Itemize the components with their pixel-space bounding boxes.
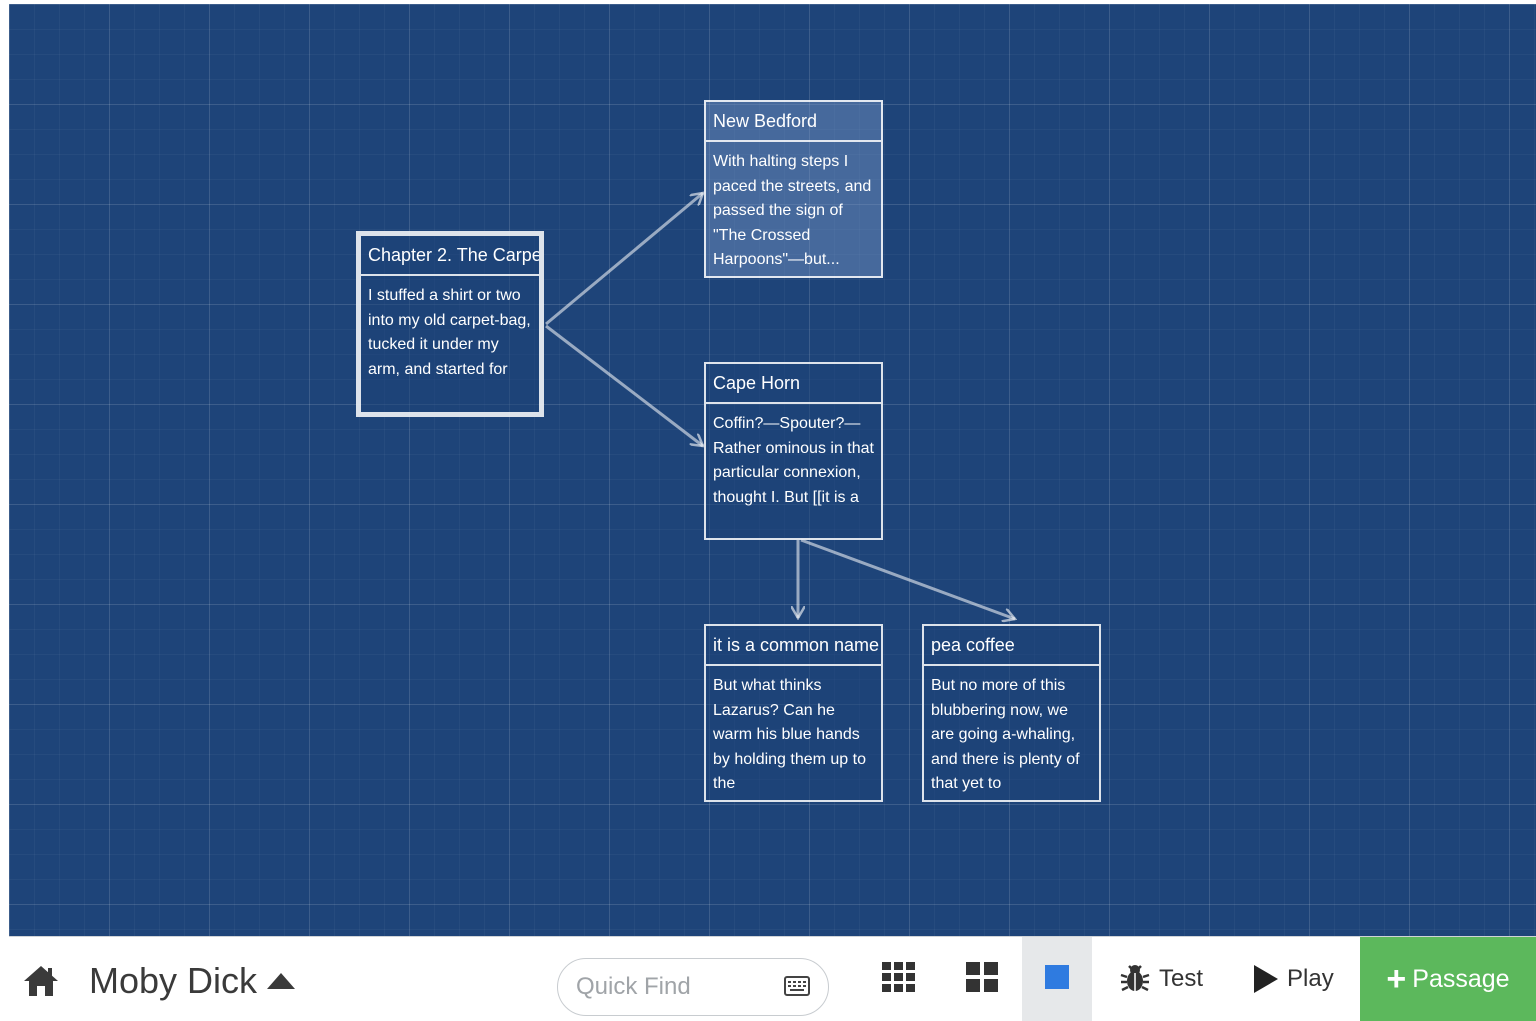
test-button[interactable]: Test	[1119, 937, 1203, 1021]
passage-card-pea-coffee[interactable]: pea coffee But no more of this blubberin…	[922, 624, 1101, 802]
passage-card-common-name[interactable]: it is a common name But what thinks Laza…	[704, 624, 883, 802]
play-icon	[1253, 965, 1287, 993]
passage-title: pea coffee	[924, 626, 1099, 666]
home-icon[interactable]	[21, 961, 61, 1001]
caret-up-icon	[267, 973, 296, 989]
plus-icon: +	[1386, 960, 1407, 998]
passage-card-cape-horn[interactable]: Cape Horn Coffin?—Spouter?—Rather ominou…	[704, 362, 883, 540]
grid-4-icon	[966, 961, 998, 997]
passage-title: New Bedford	[706, 102, 881, 142]
passage-excerpt: With halting steps I paced the streets, …	[713, 153, 872, 268]
link-chapter2-to-cape-horn	[545, 324, 703, 446]
passage-card-new-bedford[interactable]: New Bedford With halting steps I paced t…	[704, 100, 883, 278]
story-title: Moby Dick	[89, 960, 258, 1001]
square-icon	[1045, 964, 1069, 994]
play-button[interactable]: Play	[1253, 937, 1334, 1021]
link-chapter2-to-new-bedford	[545, 193, 703, 326]
link-cape-horn-to-pea-coffee	[800, 538, 1015, 619]
zoom-passage-detail-button[interactable]	[1022, 937, 1092, 1021]
add-passage-button[interactable]: + Passage	[1360, 937, 1536, 1021]
story-map-canvas[interactable]: Chapter 2. The Carpet-Bag I stuffed a sh…	[9, 4, 1536, 936]
story-menu-button[interactable]: Moby Dick	[89, 955, 296, 1007]
passage-card-chapter-2[interactable]: Chapter 2. The Carpet-Bag I stuffed a sh…	[356, 231, 544, 417]
passage-excerpt: Coffin?—Spouter?—Rather ominous in that …	[713, 415, 874, 506]
quick-find-field[interactable]	[557, 958, 829, 1016]
passage-title: it is a common name	[706, 626, 881, 666]
test-label: Test	[1159, 965, 1204, 992]
passage-excerpt: But no more of this blubbering now, we a…	[931, 677, 1080, 792]
quick-find-input[interactable]	[574, 972, 778, 1002]
passage-excerpt: I stuffed a shirt or two into my old car…	[368, 287, 531, 378]
keyboard-icon	[784, 976, 810, 1001]
grid-9-icon	[882, 961, 916, 997]
add-passage-label: Passage	[1412, 964, 1510, 993]
play-label: Play	[1287, 965, 1334, 992]
zoom-structure-button[interactable]	[864, 937, 934, 1021]
passage-excerpt: But what thinks Lazarus? Can he warm his…	[713, 677, 866, 792]
bug-icon	[1119, 963, 1159, 995]
passage-title: Chapter 2. The Carpet-Bag	[361, 236, 539, 276]
passage-title: Cape Horn	[706, 364, 881, 404]
story-toolbar: Moby Dick Quick Find Test Play + Passage	[9, 936, 1536, 1021]
zoom-titles-button[interactable]	[947, 937, 1017, 1021]
